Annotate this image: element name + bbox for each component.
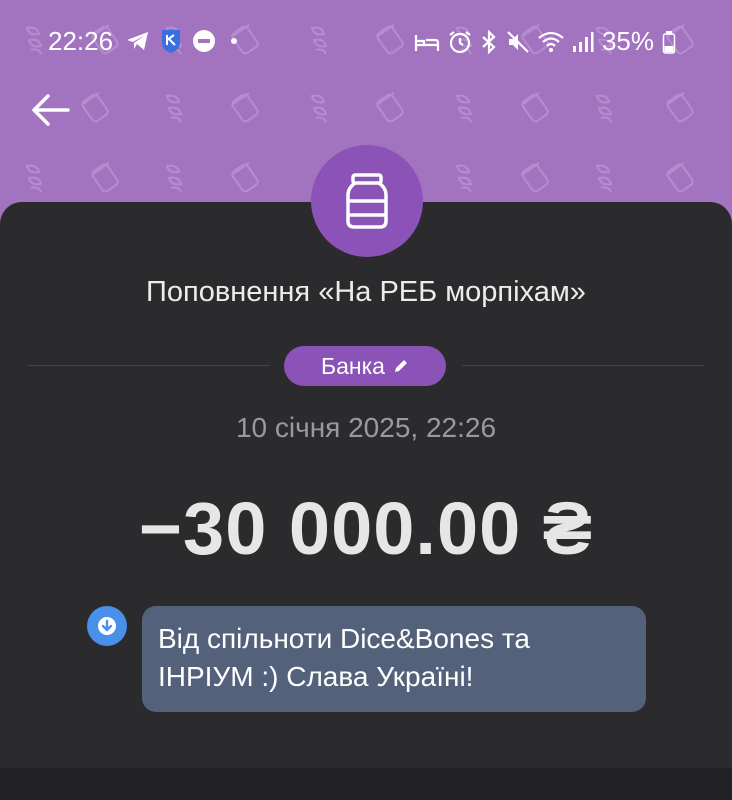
alarm-icon (449, 30, 471, 53)
status-left-icons (126, 28, 242, 54)
dot-icon (231, 38, 237, 44)
status-bar: 22:26 35% (0, 22, 732, 62)
signal-icon (572, 31, 594, 52)
arrow-left-icon (32, 94, 70, 126)
bottom-panel (0, 768, 732, 800)
divider-right (462, 365, 704, 366)
mute-icon (507, 30, 529, 53)
bed-icon (414, 34, 440, 51)
comment-text: Від спільноти Dice&Bones та ІНРІУМ :) Сл… (158, 623, 530, 692)
wifi-icon (538, 31, 564, 52)
jar-avatar (311, 145, 423, 257)
divider-left (28, 365, 270, 366)
battery-icon (662, 30, 676, 54)
back-button[interactable] (24, 84, 76, 136)
comment-bubble: Від спільноти Dice&Bones та ІНРІУМ :) Сл… (142, 606, 646, 712)
shield-app-icon (162, 30, 180, 53)
status-right-icons: 35% (414, 26, 676, 57)
status-time: 22:26 (48, 26, 114, 56)
comment-avatar (87, 606, 127, 646)
bluetooth-icon (482, 29, 496, 54)
jar-icon (346, 173, 388, 229)
telegram-icon (127, 32, 148, 50)
category-chip[interactable]: Банка (284, 346, 446, 386)
battery-percent: 35% (601, 26, 654, 56)
transaction-title: Поповнення «На РЕБ морпіхам» (146, 276, 586, 308)
transaction-datetime: 10 січня 2025, 22:26 (235, 412, 497, 443)
do-not-disturb-icon (193, 30, 215, 52)
transaction-amount: −30 000.00 ₴ (138, 487, 594, 570)
incoming-arrow-icon (98, 617, 116, 635)
category-label: Банка (321, 352, 385, 379)
pencil-icon (394, 360, 407, 372)
